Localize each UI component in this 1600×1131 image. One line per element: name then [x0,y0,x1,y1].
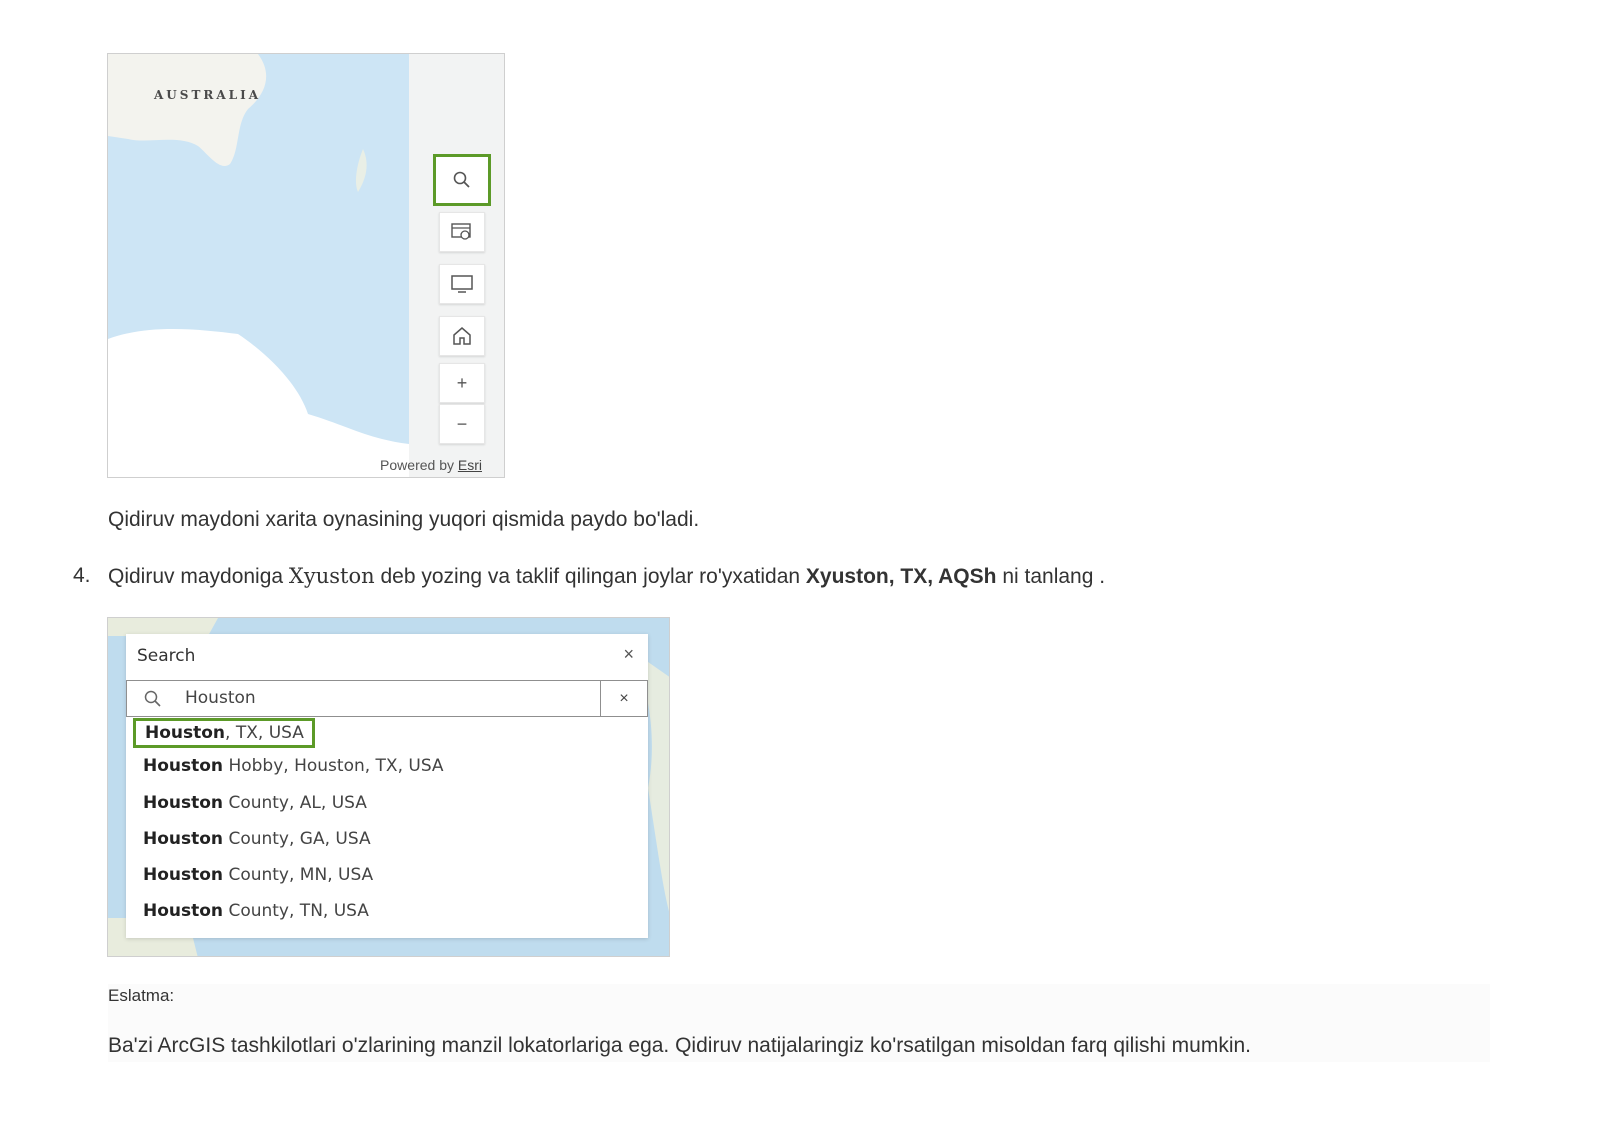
caption-search-appears: Qidiruv maydoni xarita oynasining yuqori… [108,508,700,531]
step-term: Xyuston [288,564,375,588]
search-icon [144,690,161,707]
search-input[interactable]: Houston × [126,680,648,717]
suggestion-houston-county-ga[interactable]: Houston County, GA, USA [143,829,371,849]
suggestion-match: Houston [143,829,224,849]
suggestion-rest: , TX, USA [225,723,304,743]
suggestion-houston-county-tn[interactable]: Houston County, TN, USA [143,901,369,921]
suggestion-rest: County, GA, USA [223,829,371,849]
suggestion-match: Houston [145,723,226,743]
search-button[interactable] [433,154,491,206]
suggestion-houston-county-mn[interactable]: Houston County, MN, USA [143,865,373,885]
search-screenshot: Search × Houston × Houston, TX, USA Hous… [107,617,670,957]
map-screenshot: AUSTRALIA + − Powered by Esri [107,53,505,478]
step-number: 4. [73,564,91,587]
suggestion-houston-hobby[interactable]: Houston Hobby, Houston, TX, USA [143,756,444,776]
suggestion-houston-tx[interactable]: Houston, TX, USA [133,718,315,748]
step-text-1: Qidiruv maydoniga [108,565,289,588]
step-text-3: ni tanlang . [996,565,1106,588]
step-instruction: Qidiruv maydoniga Xyuston deb yozing va … [108,564,1105,589]
suggestion-match: Houston [143,793,224,813]
suggestion-rest: County, AL, USA [223,793,367,813]
monitor-icon [451,275,473,293]
suggestion-rest: Hobby, Houston, TX, USA [223,756,444,776]
suggestion-rest: County, TN, USA [223,901,369,921]
suggestion-match: Houston [143,865,224,885]
basemap-gallery-icon [451,223,471,240]
zoom-in-icon: + [456,372,468,393]
suggestion-rest: County, MN, USA [223,865,374,885]
suggestion-match: Houston [143,901,224,921]
clear-search-button[interactable]: × [600,681,647,716]
step-text-2: deb yozing va taklif qilingan joylar ro'… [374,565,806,588]
close-icon[interactable]: × [623,644,634,665]
home-button[interactable] [439,316,485,356]
search-panel-title: Search [137,646,196,666]
search-icon [453,171,470,188]
fullscreen-button[interactable] [439,264,485,304]
esri-link[interactable]: Esri [458,457,482,473]
zoom-out-icon: − [456,413,468,434]
search-panel: Search × Houston × Houston, TX, USA Hous… [126,634,648,938]
suggestion-houston-county-al[interactable]: Houston County, AL, USA [143,793,367,813]
attribution: Powered by Esri [380,457,482,473]
clear-icon: × [619,689,629,707]
note-label: Eslatma: [108,986,175,1005]
suggestion-match: Houston [143,756,224,776]
home-icon [453,327,471,345]
basemap-gallery-button[interactable] [439,212,485,252]
note-body: Ba'zi ArcGIS tashkilotlari o'zlarining m… [108,1034,1252,1057]
search-input-value: Houston [185,688,256,708]
attribution-text: Powered by [380,457,454,473]
map-label-australia: AUSTRALIA [154,88,262,102]
zoom-in-button[interactable]: + [439,363,485,403]
zoom-out-button[interactable]: − [439,404,485,444]
step-bold-target: Xyuston, TX, AQSh [805,565,997,588]
